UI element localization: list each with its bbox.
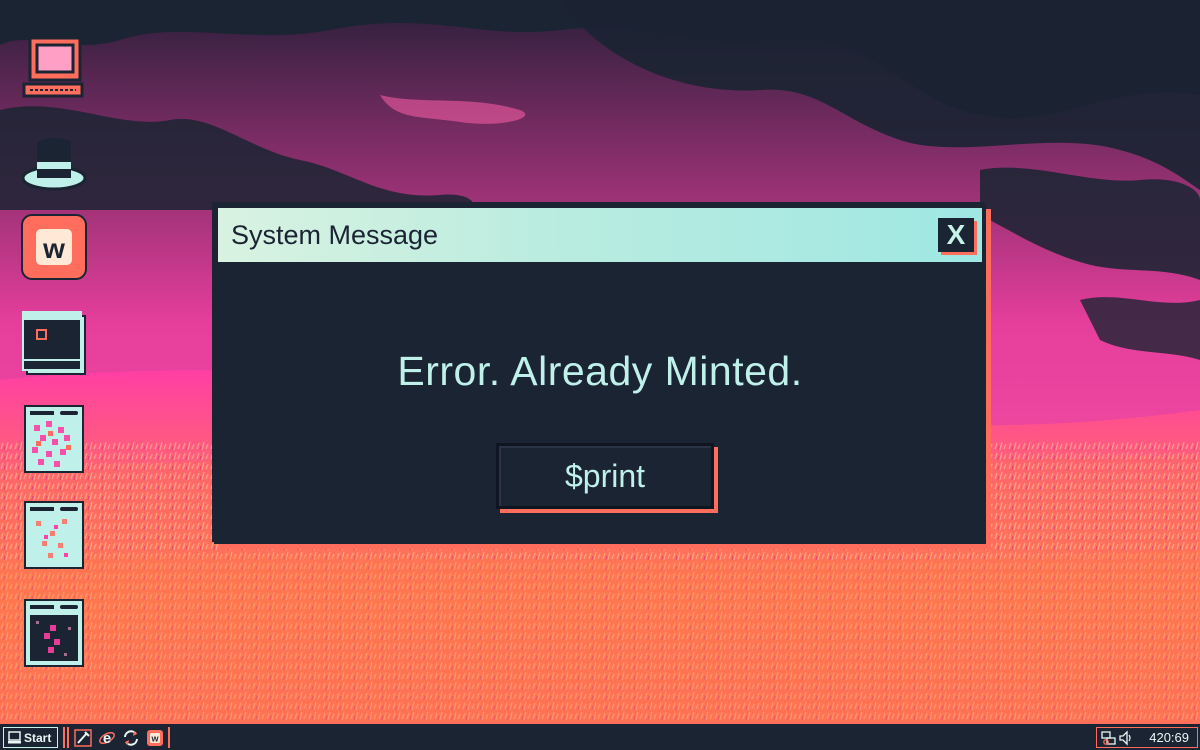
top-hat-icon[interactable] <box>20 128 88 198</box>
dialog-titlebar[interactable]: System Message X <box>218 208 982 262</box>
volume-icon[interactable] <box>1119 729 1133 746</box>
print-button[interactable]: $print <box>496 443 714 509</box>
svg-text:w: w <box>42 233 65 264</box>
w-app-icon[interactable]: w <box>146 729 164 747</box>
taskbar-divider <box>67 727 69 748</box>
start-button[interactable]: Start <box>3 727 58 748</box>
system-tray: 420:69 <box>1096 727 1198 748</box>
close-button[interactable]: X <box>938 218 974 252</box>
taskbar-divider <box>63 727 65 748</box>
clock[interactable]: 420:69 <box>1149 730 1189 745</box>
refresh-icon[interactable] <box>122 729 140 747</box>
calendar-icon[interactable] <box>20 308 88 378</box>
fingerprint-card-2-icon[interactable] <box>20 500 88 570</box>
fingerprint-card-1-icon[interactable] <box>20 404 88 474</box>
taskbar: Start e w 420:69 <box>0 722 1200 750</box>
pen-icon[interactable] <box>74 729 92 747</box>
error-message: Error. Already Minted. <box>397 348 803 394</box>
start-label: Start <box>24 730 52 745</box>
computer-icon[interactable] <box>20 34 88 104</box>
w-app-icon[interactable]: w <box>20 212 88 282</box>
start-computer-icon <box>8 731 21 744</box>
dialog-title: System Message <box>231 219 439 250</box>
svg-text:e: e <box>103 730 111 747</box>
svg-text:w: w <box>150 734 159 744</box>
network-icon[interactable] <box>1101 730 1117 746</box>
taskbar-divider <box>168 727 170 748</box>
system-message-dialog: System Message X Error. Already Minted. … <box>214 204 986 544</box>
fingerprint-card-3-icon[interactable] <box>20 598 88 668</box>
browser-e-icon[interactable]: e <box>98 729 116 747</box>
